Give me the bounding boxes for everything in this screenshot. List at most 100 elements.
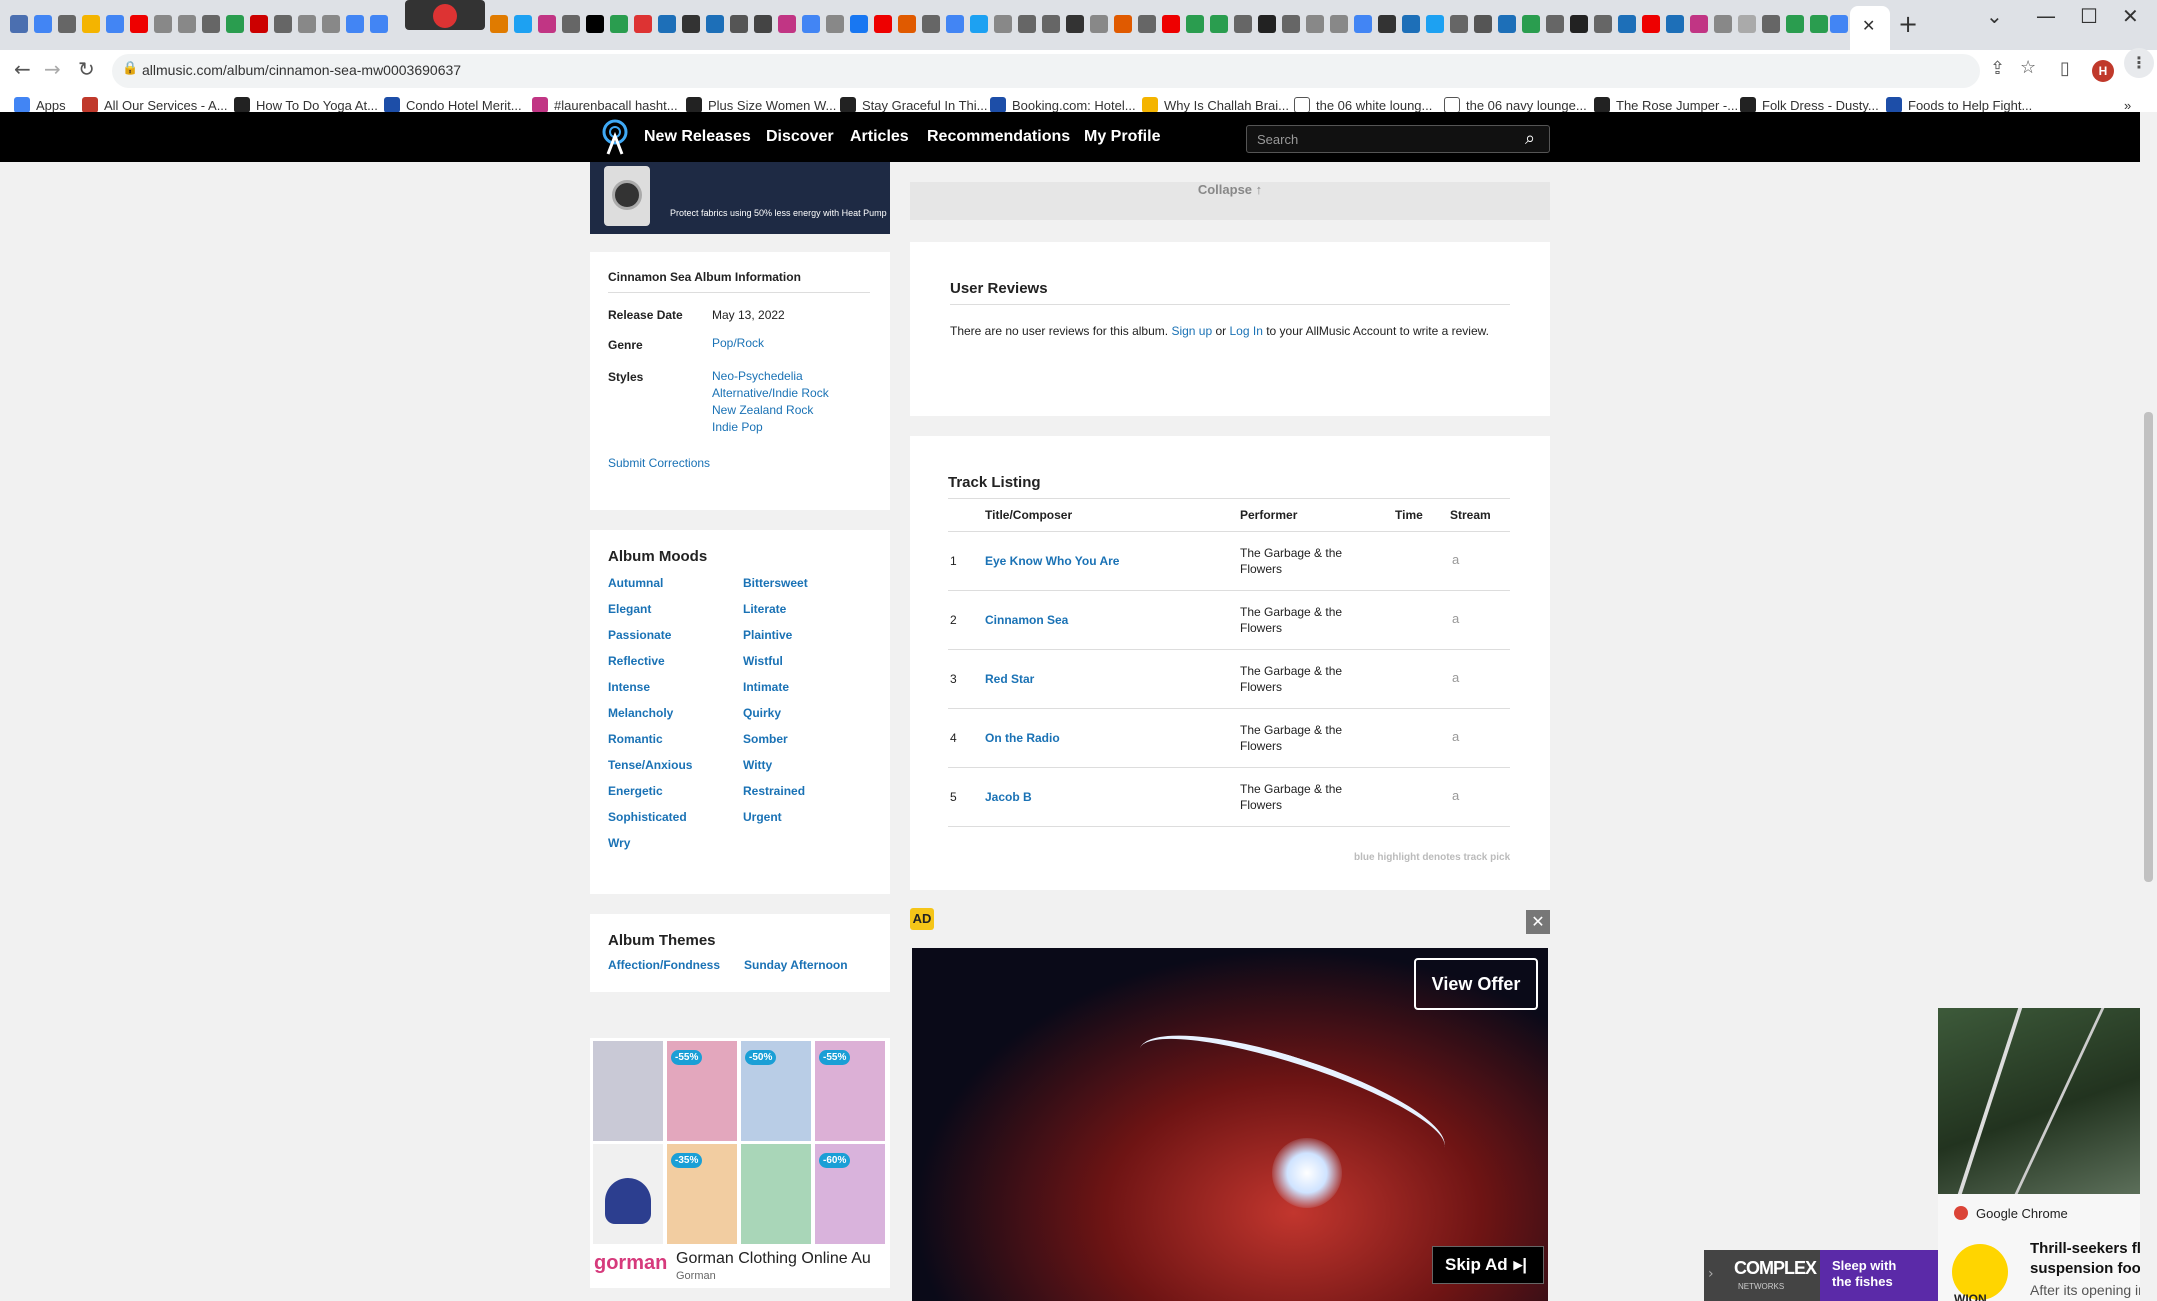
track-title-link[interactable]: Red Star: [985, 672, 1034, 686]
tab-favicon-icon[interactable]: [1042, 15, 1060, 33]
tab-favicon-icon[interactable]: [1306, 15, 1324, 33]
mood-link[interactable]: Elegant: [608, 602, 651, 616]
tab-favicon-icon[interactable]: [514, 15, 532, 33]
mood-link[interactable]: Plaintive: [743, 628, 792, 642]
theme-link[interactable]: Sunday Afternoon: [744, 958, 848, 972]
back-icon[interactable]: ←: [14, 57, 31, 81]
tab-favicon-icon[interactable]: [1830, 15, 1848, 33]
profile-avatar[interactable]: H: [2092, 60, 2114, 82]
product-image[interactable]: [593, 1041, 663, 1141]
tab-favicon-icon[interactable]: [634, 15, 652, 33]
product-image[interactable]: [741, 1144, 811, 1244]
mood-link[interactable]: Literate: [743, 602, 786, 616]
style-link[interactable]: Alternative/Indie Rock: [712, 386, 829, 400]
track-title-link[interactable]: Cinnamon Sea: [985, 613, 1068, 627]
address-bar[interactable]: 🔒 allmusic.com/album/cinnamon-sea-mw0003…: [112, 54, 1980, 88]
nav-articles[interactable]: Articles: [850, 128, 909, 146]
tab-favicon-icon[interactable]: [970, 15, 988, 33]
tab-favicon-icon[interactable]: [586, 15, 604, 33]
style-link[interactable]: Indie Pop: [712, 420, 763, 434]
reload-icon[interactable]: ↻: [78, 57, 95, 81]
tab-favicon-icon[interactable]: [850, 15, 868, 33]
sign-up-link[interactable]: Sign up: [1171, 324, 1212, 338]
nav-discover[interactable]: Discover: [766, 128, 834, 146]
log-in-link[interactable]: Log In: [1230, 324, 1263, 338]
search-input[interactable]: Search: [1257, 132, 1298, 147]
microphone-icon[interactable]: [433, 4, 457, 28]
mood-link[interactable]: Witty: [743, 758, 772, 772]
gorman-ad[interactable]: ✕ -55% -50% -55% -35% -60% gorman Gorman…: [590, 1038, 890, 1288]
tab-favicon-icon[interactable]: [370, 15, 388, 33]
tab-favicon-icon[interactable]: [1330, 15, 1348, 33]
url-text[interactable]: allmusic.com/album/cinnamon-sea-mw000369…: [142, 62, 461, 78]
track-title-link[interactable]: On the Radio: [985, 731, 1060, 745]
mood-link[interactable]: Romantic: [608, 732, 663, 746]
track-row[interactable]: 5 Jacob B The Garbage & the Flowers a: [948, 768, 1510, 827]
track-row[interactable]: 2 Cinnamon Sea The Garbage & the Flowers…: [948, 591, 1510, 650]
allmusic-logo-icon[interactable]: [600, 118, 630, 156]
tab-favicon-icon[interactable]: [562, 15, 580, 33]
mood-link[interactable]: Wistful: [743, 654, 783, 668]
mood-link[interactable]: Bittersweet: [743, 576, 808, 590]
side-panel-icon[interactable]: ▯: [2060, 58, 2070, 79]
tab-favicon-icon[interactable]: [226, 15, 244, 33]
tab-favicon-icon[interactable]: [1162, 15, 1180, 33]
tab-favicon-icon[interactable]: [58, 15, 76, 33]
tab-favicon-icon[interactable]: [1738, 15, 1756, 33]
amazon-stream-icon[interactable]: a: [1452, 670, 1459, 685]
mood-link[interactable]: Restrained: [743, 784, 805, 798]
mood-link[interactable]: Passionate: [608, 628, 671, 642]
tab-favicon-icon[interactable]: [802, 15, 820, 33]
forward-icon[interactable]: →: [44, 57, 61, 81]
tab-favicon-icon[interactable]: [874, 15, 892, 33]
complex-ad-promo[interactable]: Sleep with the fishes: [1820, 1250, 1938, 1301]
tab-favicon-icon[interactable]: [1378, 15, 1396, 33]
tab-favicon-icon[interactable]: [658, 15, 676, 33]
tab-favicon-icon[interactable]: [1090, 15, 1108, 33]
tab-favicon-icon[interactable]: [106, 15, 124, 33]
collapse-button[interactable]: Collapse ↑: [910, 182, 1550, 220]
tab-favicon-icon[interactable]: [826, 15, 844, 33]
tab-favicon-icon[interactable]: [130, 15, 148, 33]
tab-favicon-icon[interactable]: [706, 15, 724, 33]
mood-link[interactable]: Wry: [608, 836, 630, 850]
tab-favicon-icon[interactable]: [1546, 15, 1564, 33]
tab-favicon-icon[interactable]: [202, 15, 220, 33]
tab-favicon-icon[interactable]: [1666, 15, 1684, 33]
tab-favicon-icon[interactable]: [490, 15, 508, 33]
tab-favicon-icon[interactable]: [778, 15, 796, 33]
amazon-stream-icon[interactable]: a: [1452, 729, 1459, 744]
tab-favicon-icon[interactable]: [1786, 15, 1804, 33]
tab-favicon-icon[interactable]: [610, 15, 628, 33]
tab-favicon-icon[interactable]: [1210, 15, 1228, 33]
mood-link[interactable]: Autumnal: [608, 576, 663, 590]
chevron-right-icon[interactable]: ›: [1708, 1266, 1714, 1282]
search-icon[interactable]: ⌕: [1525, 128, 1535, 149]
video-ad-player[interactable]: View Offer Skip Ad ▸|: [912, 948, 1548, 1301]
tab-favicon-icon[interactable]: [1474, 15, 1492, 33]
mood-link[interactable]: Melancholy: [608, 706, 673, 720]
skip-ad-button[interactable]: Skip Ad ▸|: [1432, 1246, 1544, 1284]
tab-favicon-icon[interactable]: [34, 15, 52, 33]
mood-link[interactable]: Somber: [743, 732, 788, 746]
track-title-link[interactable]: Jacob B: [985, 790, 1032, 804]
tab-favicon-icon[interactable]: [154, 15, 172, 33]
lock-icon[interactable]: 🔒: [122, 61, 138, 76]
submit-corrections-link[interactable]: Submit Corrections: [608, 456, 710, 470]
active-tab[interactable]: ✕: [1850, 6, 1890, 50]
tab-favicon-icon[interactable]: [1282, 15, 1300, 33]
close-window-icon[interactable]: ✕: [2122, 4, 2139, 28]
style-link[interactable]: New Zealand Rock: [712, 403, 813, 417]
nav-recommendations[interactable]: Recommendations: [927, 128, 1070, 146]
scrollbar-thumb[interactable]: [2144, 412, 2153, 882]
amazon-stream-icon[interactable]: a: [1452, 788, 1459, 803]
mood-link[interactable]: Urgent: [743, 810, 782, 824]
maximize-icon[interactable]: ☐: [2080, 4, 2098, 28]
top-ad-banner[interactable]: Protect fabrics using 50% less energy wi…: [590, 162, 890, 234]
bookmark-star-icon[interactable]: ☆: [2020, 57, 2036, 78]
amazon-stream-icon[interactable]: a: [1452, 552, 1459, 567]
genre-link[interactable]: Pop/Rock: [712, 336, 764, 350]
tab-favicon-icon[interactable]: [922, 15, 940, 33]
new-tab-icon[interactable]: +: [1898, 10, 1918, 38]
tab-favicon-icon[interactable]: [1762, 15, 1780, 33]
